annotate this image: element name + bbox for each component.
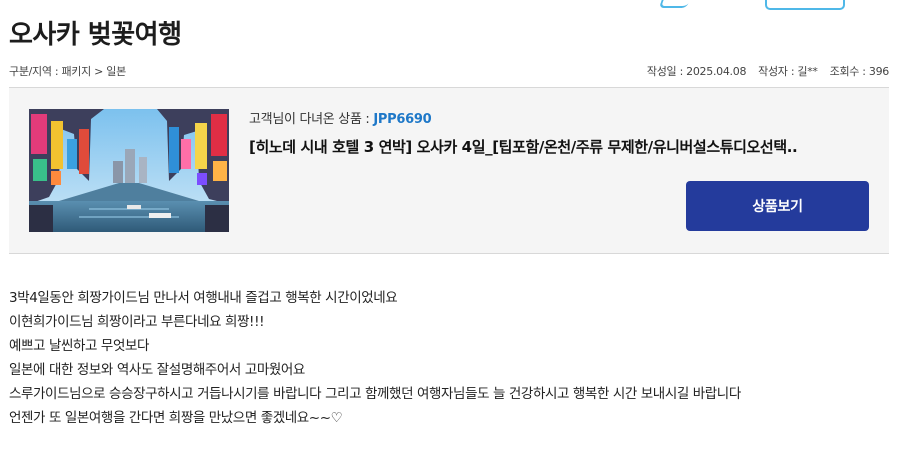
review-content: 3박4일동안 희짱가이드님 만나서 여행내내 즐겁고 행복한 시간이었네요 이현… <box>9 286 889 430</box>
page-title: 오사카 벚꽃여행 <box>9 20 182 50</box>
view-product-button[interactable]: 상품보기 <box>686 181 869 231</box>
decorative-shape <box>658 0 694 8</box>
product-info: 고객님이 다녀온 상품 : JPP6690 [히노데 시내 호텔 3 연박] 오… <box>249 108 869 157</box>
product-name[interactable]: [히노데 시내 호텔 3 연박] 오사카 4일_[팁포함/온천/주류 무제한/유… <box>249 136 869 157</box>
decorative-shape <box>765 0 845 10</box>
review-line: 일본에 대한 정보와 역사도 잘설명해주어서 고마웠어요 <box>9 362 305 378</box>
product-code[interactable]: JPP6690 <box>373 112 431 127</box>
osaka-dotonbori-photo-icon <box>29 109 229 232</box>
review-line: 예쁘고 날씬하고 무엇보다 <box>9 338 150 354</box>
review-line: 스루가이드님으로 승승장구하시고 거듭나시기를 바랍니다 그리고 함께했던 여행… <box>9 386 741 402</box>
review-date: 작성일 : 2025.04.08 <box>646 65 747 78</box>
product-thumbnail[interactable] <box>29 109 229 232</box>
review-meta: 작성일 : 2025.04.08 작성자 : 길** 조회수 : 396 <box>647 63 889 79</box>
review-line: 3박4일동안 희짱가이드님 만나서 여행내내 즐겁고 행복한 시간이었네요 <box>9 290 398 306</box>
review-line: 이현희가이드님 희짱이라고 부른다네요 희짱!!! <box>9 314 265 330</box>
product-code-label: 고객님이 다녀온 상품 : <box>249 112 374 127</box>
review-author: 작성자 : 길** <box>758 65 818 78</box>
product-card: 고객님이 다녀온 상품 : JPP6690 [히노데 시내 호텔 3 연박] 오… <box>9 88 889 253</box>
review-line: 언젠가 또 일본여행을 간다면 희짱을 만났으면 좋겠네요~~♡ <box>9 410 343 426</box>
product-code-line: 고객님이 다녀온 상품 : JPP6690 <box>249 108 869 127</box>
divider <box>9 253 889 254</box>
review-category: 구분/지역 : 패키지 > 일본 <box>9 65 126 78</box>
review-views: 조회수 : 396 <box>829 65 890 78</box>
